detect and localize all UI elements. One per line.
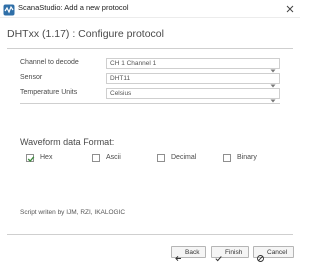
- script-credit: Script writen by IJM, RZI, IKALOGIC: [20, 209, 126, 216]
- footer-divider: [7, 234, 293, 235]
- ascii-checkbox[interactable]: [92, 154, 100, 162]
- finish-button[interactable]: Finish: [211, 246, 249, 262]
- chevron-down-icon: [270, 76, 276, 88]
- hex-option[interactable]: Hex: [26, 154, 86, 163]
- chevron-down-icon: [270, 91, 276, 103]
- ascii-option[interactable]: Ascii: [92, 154, 152, 163]
- temperature-units-label: Temperature Units: [20, 89, 78, 96]
- cancel-button[interactable]: Cancel: [253, 246, 294, 262]
- chevron-down-icon: [270, 61, 276, 73]
- window-title: ScanaStudio: Add a new protocol: [18, 3, 129, 12]
- header-divider: [7, 48, 293, 49]
- hex-label: Hex: [40, 154, 53, 161]
- scanastudio-app-icon: [3, 3, 15, 16]
- close-icon[interactable]: [284, 2, 296, 14]
- back-button-label: Back: [185, 248, 200, 256]
- binary-label: Binary: [237, 154, 257, 161]
- decimal-checkbox[interactable]: [157, 154, 165, 162]
- binary-checkbox[interactable]: [223, 154, 231, 162]
- add-protocol-dialog: ScanaStudio: Add a new protocol DHTxx (1…: [0, 0, 300, 264]
- sensor-select-value: DHT11: [110, 75, 131, 82]
- channel-select[interactable]: CH 1 Channel 1: [106, 58, 280, 73]
- hex-checkbox[interactable]: [26, 154, 35, 162]
- check-icon: [215, 249, 222, 262]
- finish-button-label: Finish: [225, 248, 243, 256]
- cancel-button-label: Cancel: [267, 248, 288, 256]
- page-title: DHTxx (1.17) : Configure protocol: [7, 28, 164, 40]
- sensor-label: Sensor: [20, 74, 43, 81]
- title-bar: ScanaStudio: Add a new protocol: [0, 0, 300, 18]
- channel-select-value: CH 1 Channel 1: [110, 60, 157, 67]
- cancel-icon: [257, 249, 264, 262]
- decimal-label: Decimal: [171, 154, 197, 161]
- binary-option[interactable]: Binary: [223, 154, 283, 163]
- sensor-select[interactable]: DHT11: [106, 73, 280, 88]
- temperature-units-select-value: Celsius: [110, 90, 132, 97]
- back-button[interactable]: Back: [171, 246, 206, 262]
- channel-label: Channel to decode: [20, 59, 79, 66]
- ascii-label: Ascii: [106, 154, 121, 161]
- arrow-left-icon: [175, 249, 182, 262]
- temperature-units-select[interactable]: Celsius: [106, 88, 280, 103]
- waveform-format-title: Waveform data Format:: [20, 137, 115, 147]
- decimal-option[interactable]: Decimal: [157, 154, 217, 163]
- form-divider: [20, 103, 280, 104]
